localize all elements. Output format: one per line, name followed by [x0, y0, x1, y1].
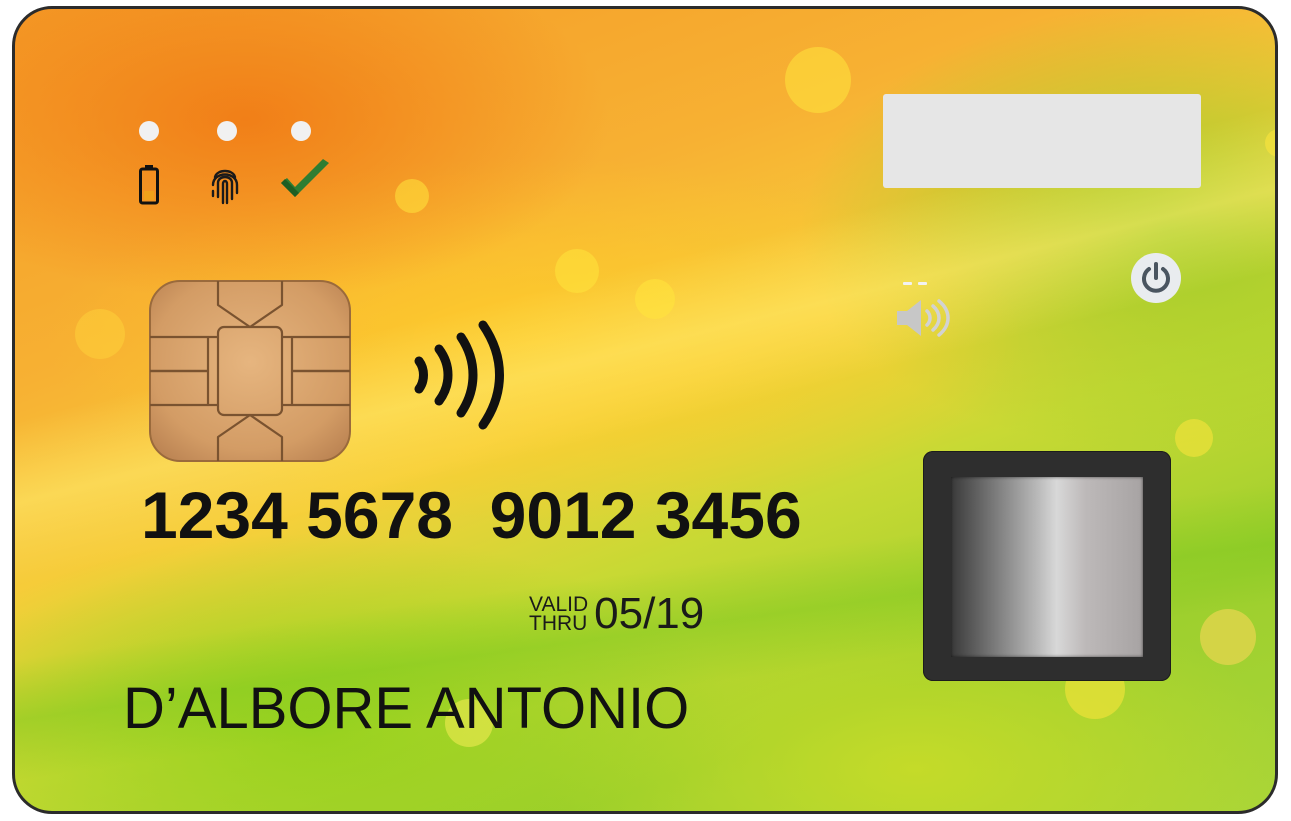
- battery-led: [139, 121, 159, 141]
- fingerprint-led: [217, 121, 237, 141]
- bokeh-light: [785, 47, 851, 113]
- bokeh-light: [395, 179, 429, 213]
- valid-thru-label: VALID THRU: [529, 594, 588, 635]
- expiry-date: 05/19: [594, 589, 705, 638]
- smart-card: 1234 5678 9012 3456 VALID THRU 05/19 D’A…: [12, 6, 1278, 814]
- expiry-group: VALID THRU 05/19: [529, 589, 704, 639]
- power-icon: [1142, 262, 1170, 293]
- bokeh-light: [635, 279, 675, 319]
- fingerprint-icon: [209, 163, 241, 212]
- bokeh-light: [1200, 609, 1256, 665]
- contactless-icon: [409, 317, 509, 438]
- card-display-window: [883, 94, 1201, 188]
- bokeh-light: [1265, 129, 1275, 157]
- battery-icon: [139, 165, 159, 210]
- valid-label-bottom: THRU: [529, 612, 588, 635]
- fingerprint-sensor-pad[interactable]: [951, 477, 1143, 657]
- power-button[interactable]: [1131, 253, 1181, 303]
- emv-chip: [148, 279, 352, 463]
- bokeh-light: [555, 249, 599, 293]
- card-number: 1234 5678 9012 3456: [141, 478, 802, 552]
- checkmark-icon: [279, 159, 331, 206]
- cardholder-name: D’ALBORE ANTONIO: [123, 676, 690, 741]
- speaker-icon: [895, 297, 955, 344]
- fingerprint-sensor[interactable]: [923, 451, 1171, 681]
- bokeh-light: [75, 309, 125, 359]
- bokeh-light: [1175, 419, 1213, 457]
- speaker-grille: [903, 272, 947, 285]
- checkmark-led: [291, 121, 311, 141]
